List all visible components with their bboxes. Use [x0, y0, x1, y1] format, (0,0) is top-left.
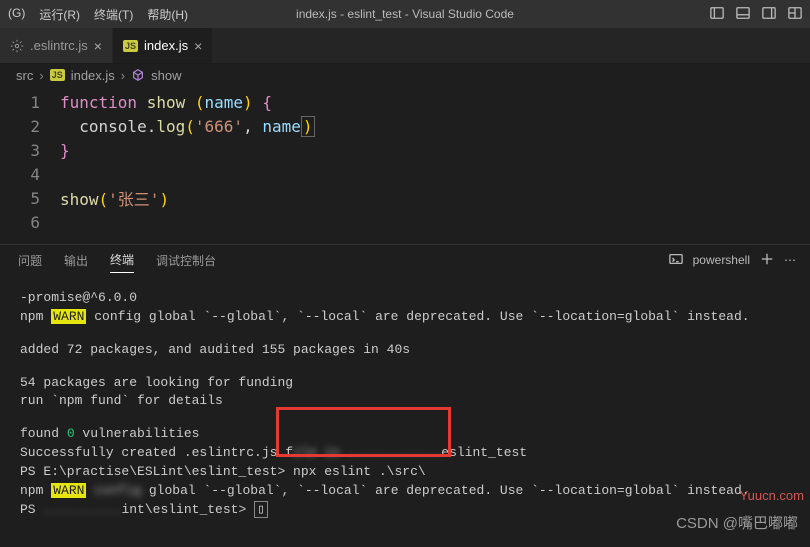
line-number: 5 [0, 189, 60, 208]
tab-label: index.js [144, 38, 188, 53]
tab-output[interactable]: 输出 [64, 248, 88, 273]
menu-terminal[interactable]: 终端(T) [94, 6, 133, 23]
menu-goto[interactable]: (G) [8, 6, 25, 23]
menu-help[interactable]: 帮助(H) [147, 6, 188, 23]
more-icon[interactable]: ⋯ [784, 253, 796, 267]
breadcrumb-segment[interactable]: src [16, 68, 33, 83]
line-number: 3 [0, 141, 60, 160]
window-title: index.js - eslint_test - Visual Studio C… [296, 7, 514, 21]
tab-problems[interactable]: 问题 [18, 248, 42, 273]
chevron-right-icon: › [121, 68, 125, 83]
shell-label[interactable]: powershell [693, 253, 750, 267]
layout-panel-left-icon[interactable] [710, 6, 724, 23]
menu-run[interactable]: 运行(R) [39, 6, 80, 23]
js-icon: JS [50, 69, 65, 81]
terminal-line: PS ..........int\eslint_test> ▯ [20, 501, 790, 520]
terminal-line: -promise@^6.0.0 [20, 289, 790, 308]
terminal-line: run `npm fund` for details [20, 392, 790, 411]
line-number: 6 [0, 213, 60, 232]
terminal-line: found 0 vulnerabilities [20, 425, 790, 444]
layout-panel-bottom-icon[interactable] [736, 6, 750, 23]
menu-bar: (G) 运行(R) 终端(T) 帮助(H) [8, 6, 188, 23]
method-icon [131, 68, 145, 82]
terminal[interactable]: -promise@^6.0.0 npm WARN config global `… [0, 275, 810, 533]
chevron-right-icon: › [39, 68, 43, 83]
line-number: 1 [0, 93, 60, 112]
editor[interactable]: 1function show (name) { 2 console.log('6… [0, 86, 810, 244]
terminal-line: npm WARN config global `--global`, `--lo… [20, 482, 790, 501]
terminal-line: 54 packages are looking for funding [20, 374, 790, 393]
add-terminal-icon[interactable] [760, 252, 774, 269]
close-icon[interactable]: × [94, 38, 102, 54]
panel-tabs: 问题 输出 终端 调试控制台 powershell ⋯ [0, 244, 810, 275]
terminal-line: npm WARN config global `--global`, `--lo… [20, 308, 790, 327]
close-icon[interactable]: × [194, 38, 202, 54]
tab-indexjs[interactable]: JS index.js × [113, 28, 213, 63]
breadcrumb-segment[interactable]: show [151, 68, 181, 83]
config-icon [10, 39, 24, 53]
terminal-line: Successfully created .eslintrc.js file i… [20, 444, 790, 463]
line-number: 2 [0, 117, 60, 136]
line-number: 4 [0, 165, 60, 184]
terminal-launch-icon[interactable] [669, 252, 683, 269]
titlebar: (G) 运行(R) 终端(T) 帮助(H) index.js - eslint_… [0, 0, 810, 28]
terminal-line: added 72 packages, and audited 155 packa… [20, 341, 790, 360]
layout-icon[interactable] [788, 6, 802, 23]
tab-label: .eslintrc.js [30, 38, 88, 53]
tab-debug-console[interactable]: 调试控制台 [156, 248, 216, 273]
js-icon: JS [123, 40, 138, 52]
terminal-line: PS E:\practise\ESLint\eslint_test> npx e… [20, 463, 790, 482]
editor-tabs: .eslintrc.js × JS index.js × [0, 28, 810, 64]
tab-terminal[interactable]: 终端 [110, 247, 134, 273]
breadcrumb-segment[interactable]: index.js [71, 68, 115, 83]
tab-eslintrc[interactable]: .eslintrc.js × [0, 28, 113, 63]
layout-panel-right-icon[interactable] [762, 6, 776, 23]
breadcrumb[interactable]: src › JS index.js › show [0, 64, 810, 86]
